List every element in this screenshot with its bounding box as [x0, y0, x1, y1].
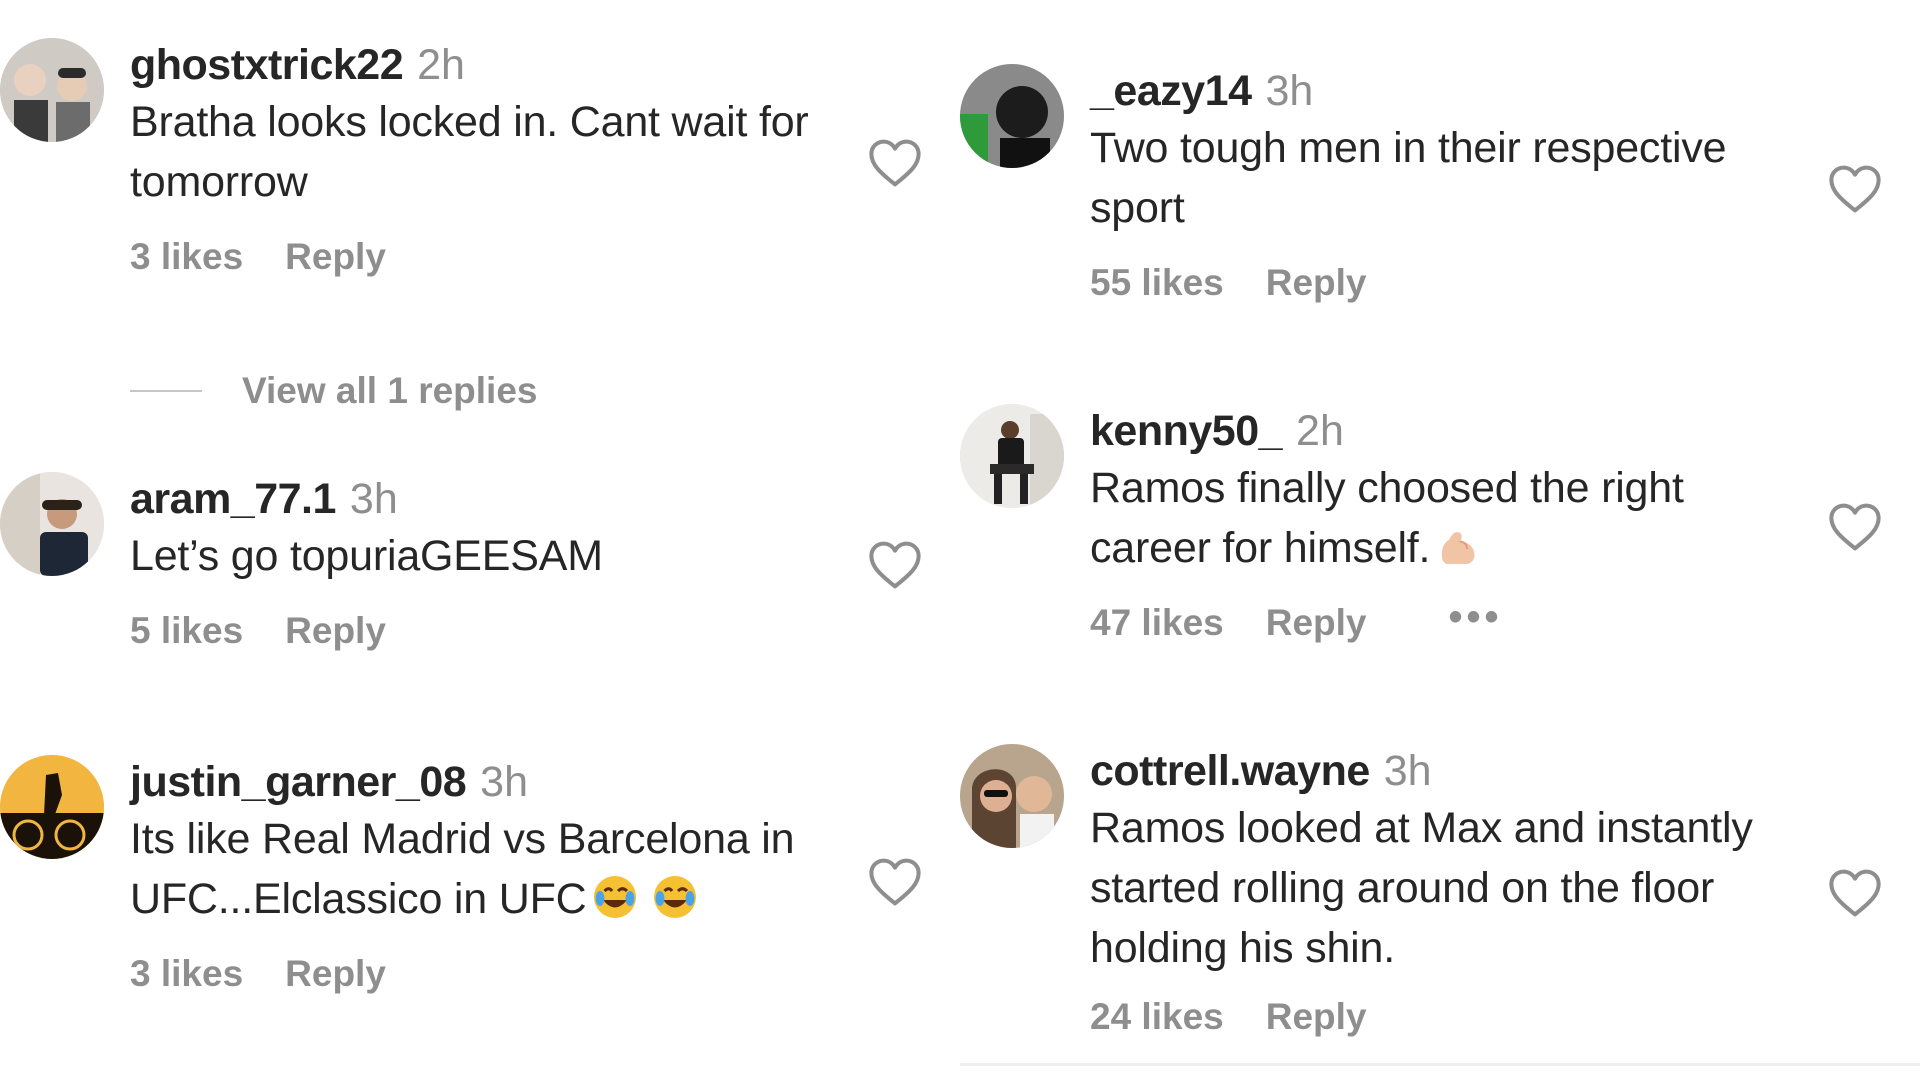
more-options-icon[interactable]: ••• — [1449, 597, 1503, 637]
avatar[interactable] — [960, 404, 1064, 508]
comment-actions: 3 likes Reply — [130, 953, 850, 995]
reply-button[interactable]: Reply — [285, 610, 386, 652]
tears-of-joy-emoji — [591, 873, 639, 921]
comment-header: cottrell.wayne 3h — [1090, 744, 1810, 798]
comment-content: justin_garner_08 3h Its like Real Madrid… — [130, 755, 850, 995]
comment-time: 3h — [349, 475, 398, 523]
heart-outline-icon[interactable] — [1828, 868, 1882, 918]
comment-actions: 3 likes Reply — [130, 236, 850, 278]
view-replies-label[interactable]: View all 1 replies — [242, 370, 538, 412]
avatar[interactable] — [0, 755, 104, 859]
comment-text: Its like Real Madrid vs Barcelona in UFC… — [130, 809, 850, 929]
view-replies-button[interactable]: View all 1 replies — [130, 370, 538, 412]
comment-username[interactable]: ghostxtrick22 — [130, 38, 404, 92]
comment-time: 2h — [1296, 407, 1344, 455]
avatar[interactable] — [960, 64, 1064, 168]
heart-outline-icon[interactable] — [1828, 164, 1882, 214]
comment-content: ghostxtrick22 2h Bratha looks locked in.… — [130, 38, 850, 278]
reply-button[interactable]: Reply — [1266, 262, 1367, 304]
heart-outline-icon[interactable] — [868, 540, 922, 590]
likes-count[interactable]: 5 likes — [130, 610, 243, 652]
comment-header: ghostxtrick22 2h — [130, 38, 850, 92]
comment-username[interactable]: justin_garner_08 — [130, 755, 467, 809]
avatar-image — [0, 755, 104, 859]
reply-button[interactable]: Reply — [1266, 996, 1367, 1038]
avatar-image — [0, 472, 104, 576]
comment-header: aram_77.1 3h — [130, 472, 850, 526]
avatar-image — [960, 404, 1064, 508]
heart-outline-icon[interactable] — [868, 857, 922, 907]
likes-count[interactable]: 3 likes — [130, 236, 243, 278]
flexed-biceps-emoji — [1434, 522, 1482, 570]
comment-text: Two tough men in their respective sport — [1090, 124, 1727, 232]
comment-content: cottrell.wayne 3h Ramos looked at Max an… — [1090, 744, 1810, 1038]
comment-text: Ramos looked at Max and instantly starte… — [1090, 804, 1753, 972]
tears-of-joy-emoji — [651, 873, 699, 921]
reply-button[interactable]: Reply — [1266, 602, 1367, 644]
avatar-image — [0, 38, 104, 142]
comment-header: kenny50_ 2h — [1090, 404, 1810, 458]
comment-text: Let’s go topuriaGEESAM — [130, 532, 603, 580]
reply-button[interactable]: Reply — [285, 953, 386, 995]
avatar[interactable] — [960, 744, 1064, 848]
comment-text: Ramos finally choosed the right career f… — [1090, 458, 1810, 578]
comment-text-body: Ramos finally choosed the right career f… — [1090, 464, 1684, 572]
likes-count[interactable]: 47 likes — [1090, 602, 1224, 644]
likes-count[interactable]: 55 likes — [1090, 262, 1224, 304]
comment-content: kenny50_ 2h Ramos finally choosed the ri… — [1090, 404, 1810, 644]
avatar-image — [960, 64, 1064, 168]
heart-outline-icon[interactable] — [868, 138, 922, 188]
heart-outline-icon[interactable] — [1828, 502, 1882, 552]
divider — [960, 1063, 1920, 1066]
likes-count[interactable]: 3 likes — [130, 953, 243, 995]
comment-actions: 47 likes Reply ••• — [1090, 597, 1810, 644]
likes-count[interactable]: 24 likes — [1090, 996, 1224, 1038]
avatar-image — [960, 744, 1064, 848]
comment-content: _eazy14 3h Two tough men in their respec… — [1090, 64, 1810, 304]
comment-header: _eazy14 3h — [1090, 64, 1810, 118]
comment-text: Bratha looks locked in. Cant wait for to… — [130, 98, 809, 206]
avatar[interactable] — [0, 38, 104, 142]
comment-username[interactable]: aram_77.1 — [130, 472, 336, 526]
comment-username[interactable]: kenny50_ — [1090, 404, 1283, 458]
comment-username[interactable]: cottrell.wayne — [1090, 744, 1370, 798]
comment-content: aram_77.1 3h Let’s go topuriaGEESAM 5 li… — [130, 472, 850, 652]
replies-divider-line — [130, 390, 202, 392]
reply-button[interactable]: Reply — [285, 236, 386, 278]
comment-actions: 5 likes Reply — [130, 610, 850, 652]
comment-time: 3h — [1265, 67, 1314, 115]
comment-header: justin_garner_08 3h — [130, 755, 850, 809]
comment-time: 2h — [417, 41, 465, 89]
comment-time: 3h — [1383, 747, 1432, 795]
comment-actions: 55 likes Reply — [1090, 262, 1810, 304]
comment-time: 3h — [480, 758, 528, 806]
comment-username[interactable]: _eazy14 — [1090, 64, 1252, 118]
comment-actions: 24 likes Reply — [1090, 996, 1810, 1038]
avatar[interactable] — [0, 472, 104, 576]
